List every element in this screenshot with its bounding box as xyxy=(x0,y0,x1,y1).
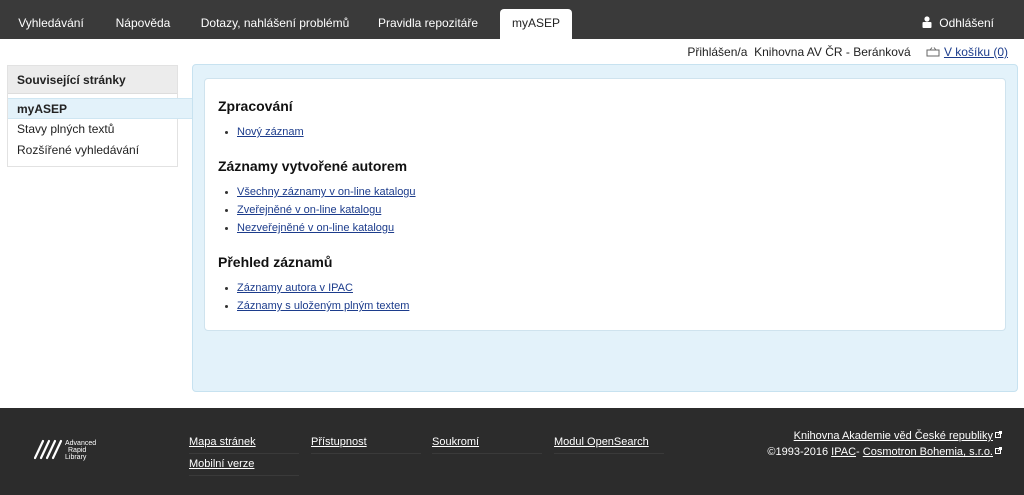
footer: Advanced Rapid Library Mapa stránek Mobi… xyxy=(0,408,1024,495)
arl-logo: Advanced Rapid Library xyxy=(34,439,96,461)
main-panel: Zpracování Nový záznam Záznamy vytvořené… xyxy=(192,64,1018,392)
cart-icon xyxy=(926,47,940,57)
logout-link[interactable]: Odhlášení xyxy=(921,9,994,39)
footer-copyright: Knihovna Akademie věd České republiky ©1… xyxy=(767,428,1002,460)
section-links-zpracovani: Nový záznam xyxy=(218,123,1005,141)
logged-user: Knihovna AV ČR - Beránková xyxy=(754,45,911,59)
library-link[interactable]: Knihovna Akademie věd České republiky xyxy=(794,430,993,442)
user-icon xyxy=(922,16,932,28)
footer-column-3: Soukromí xyxy=(432,432,542,454)
new-record-link[interactable]: Nový záznam xyxy=(237,126,304,138)
published-records-link[interactable]: Zveřejněné v on-line katalogu xyxy=(237,204,381,216)
section-heading-autor: Záznamy vytvořené autorem xyxy=(218,158,408,174)
logout-label: Odhlášení xyxy=(939,16,994,30)
list-item: Záznamy autora v IPAC xyxy=(218,279,1005,297)
cosmotron-link[interactable]: Cosmotron Bohemia, s.r.o. xyxy=(863,446,993,458)
logged-prefix: Přihlášen/a xyxy=(687,45,748,59)
top-navigation: Vyhledávání Nápověda Dotazy, nahlášení p… xyxy=(0,0,1024,39)
tab-myasep[interactable]: myASEP xyxy=(500,9,572,39)
opensearch-link[interactable]: Modul OpenSearch xyxy=(554,432,664,454)
tab-dotazy[interactable]: Dotazy, nahlášení problémů xyxy=(194,9,356,39)
external-link-icon xyxy=(995,447,1002,454)
tab-pravidla[interactable]: Pravidla repozitáře xyxy=(370,9,486,39)
sidebar-item-stavy-plnych-textu[interactable]: Stavy plných textů xyxy=(8,119,177,140)
copyright-text: ©1993-2016 xyxy=(767,446,829,458)
footer-column-2: Přístupnost xyxy=(311,432,421,454)
list-item: Záznamy s uloženým plným textem xyxy=(218,297,1005,315)
tab-vyhledavani[interactable]: Vyhledávání xyxy=(8,9,94,39)
author-records-ipac-link[interactable]: Záznamy autora v IPAC xyxy=(237,282,353,294)
external-link-icon xyxy=(995,431,1002,438)
tab-napoveda[interactable]: Nápověda xyxy=(104,9,182,39)
logo-text-library: Library xyxy=(65,454,87,461)
ipac-link[interactable]: IPAC xyxy=(831,446,856,458)
section-heading-prehled: Přehled záznamů xyxy=(218,254,333,270)
related-pages-sidebar: Související stránky myASEP Stavy plných … xyxy=(7,65,193,167)
login-info: Přihlášen/a Knihovna AV ČR - Beránková V… xyxy=(687,44,1008,60)
mobile-version-link[interactable]: Mobilní verze xyxy=(189,454,299,476)
unpublished-records-link[interactable]: Nezveřejněné v on-line katalogu xyxy=(237,222,394,234)
logo-text-advanced: Advanced xyxy=(65,440,96,447)
accessibility-link[interactable]: Přístupnost xyxy=(311,432,421,454)
cart-link[interactable]: V košíku (0) xyxy=(944,45,1008,59)
footer-column-1: Mapa stránek Mobilní verze xyxy=(189,432,299,476)
privacy-link[interactable]: Soukromí xyxy=(432,432,542,454)
list-item: Všechny záznamy v on-line katalogu xyxy=(218,183,1005,201)
logo-text-rapid: Rapid xyxy=(68,447,86,454)
fulltext-records-link[interactable]: Záznamy s uloženým plným textem xyxy=(237,300,409,312)
list-item: Zveřejněné v on-line katalogu xyxy=(218,201,1005,219)
all-records-link[interactable]: Všechny záznamy v on-line katalogu xyxy=(237,186,416,198)
section-links-autor: Všechny záznamy v on-line katalogu Zveře… xyxy=(218,183,1005,237)
sidebar-item-myasep[interactable]: myASEP xyxy=(8,98,193,119)
content-card: Zpracování Nový záznam Záznamy vytvořené… xyxy=(204,78,1006,331)
sidebar-heading: Související stránky xyxy=(8,66,177,94)
list-item: Nový záznam xyxy=(218,123,1005,141)
section-links-prehled: Záznamy autora v IPAC Záznamy s uloženým… xyxy=(218,279,1005,315)
footer-column-4: Modul OpenSearch xyxy=(554,432,664,454)
list-item: Nezveřejněné v on-line katalogu xyxy=(218,219,1005,237)
sidebar-item-rozsirene-vyhledavani[interactable]: Rozšířené vyhledávání xyxy=(8,140,177,161)
section-heading-zpracovani: Zpracování xyxy=(218,98,293,114)
footer-separator: - xyxy=(856,446,860,458)
sitemap-link[interactable]: Mapa stránek xyxy=(189,432,299,454)
